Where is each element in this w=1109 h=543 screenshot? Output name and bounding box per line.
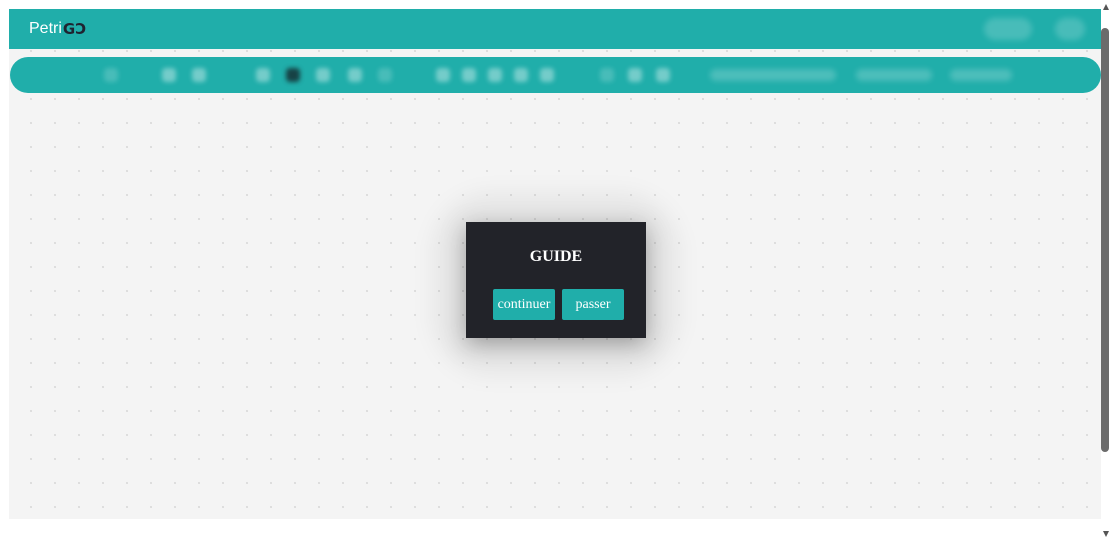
toolbar-blurred-icon[interactable] — [192, 68, 206, 82]
toolbar-blurred-menu[interactable] — [856, 69, 932, 81]
toolbar-blurred-icon[interactable] — [628, 68, 642, 82]
scroll-down-arrow-icon[interactable] — [1103, 531, 1109, 537]
toolbar-blurred-icon[interactable] — [540, 68, 554, 82]
header-blurred-button[interactable] — [984, 18, 1032, 40]
toolbar-blurred-icon[interactable] — [436, 68, 450, 82]
toolbar-blurred-icon[interactable] — [104, 68, 118, 82]
toolbar-blurred-icon[interactable] — [316, 68, 330, 82]
toolbar-blurred-menu[interactable] — [950, 69, 1012, 81]
top-header: Petri GƆ — [9, 9, 1101, 49]
brand-text: Petri — [29, 20, 62, 37]
toolbar-blurred-icon[interactable] — [348, 68, 362, 82]
guide-dialog: GUIDE continuer passer — [466, 222, 646, 338]
continue-button[interactable]: continuer — [493, 289, 555, 320]
toolbar-blurred-icon[interactable] — [256, 68, 270, 82]
toolbar-blurred-icon[interactable] — [286, 68, 300, 82]
toolbar-blurred-icon[interactable] — [514, 68, 528, 82]
toolbar-blurred-menu[interactable] — [710, 69, 836, 81]
vertical-scrollbar[interactable] — [1101, 0, 1109, 543]
brand-mark: GƆ — [62, 20, 87, 38]
scroll-up-arrow-icon[interactable] — [1103, 4, 1109, 10]
header-blurred-icon[interactable] — [1055, 18, 1085, 40]
toolbar-blurred-icon[interactable] — [162, 68, 176, 82]
toolbar-blurred-icon[interactable] — [488, 68, 502, 82]
brand-logo[interactable]: Petri GƆ — [29, 19, 86, 39]
toolbar — [10, 57, 1101, 93]
toolbar-blurred-icon[interactable] — [656, 68, 670, 82]
toolbar-blurred-icon[interactable] — [600, 68, 614, 82]
toolbar-blurred-icon[interactable] — [378, 68, 392, 82]
scroll-thumb[interactable] — [1101, 28, 1109, 452]
toolbar-blurred-icon[interactable] — [462, 68, 476, 82]
app-window: Petri GƆ GUIDE continuer passer — [9, 9, 1101, 519]
dialog-title: GUIDE — [529, 248, 583, 265]
skip-button[interactable]: passer — [562, 289, 624, 320]
